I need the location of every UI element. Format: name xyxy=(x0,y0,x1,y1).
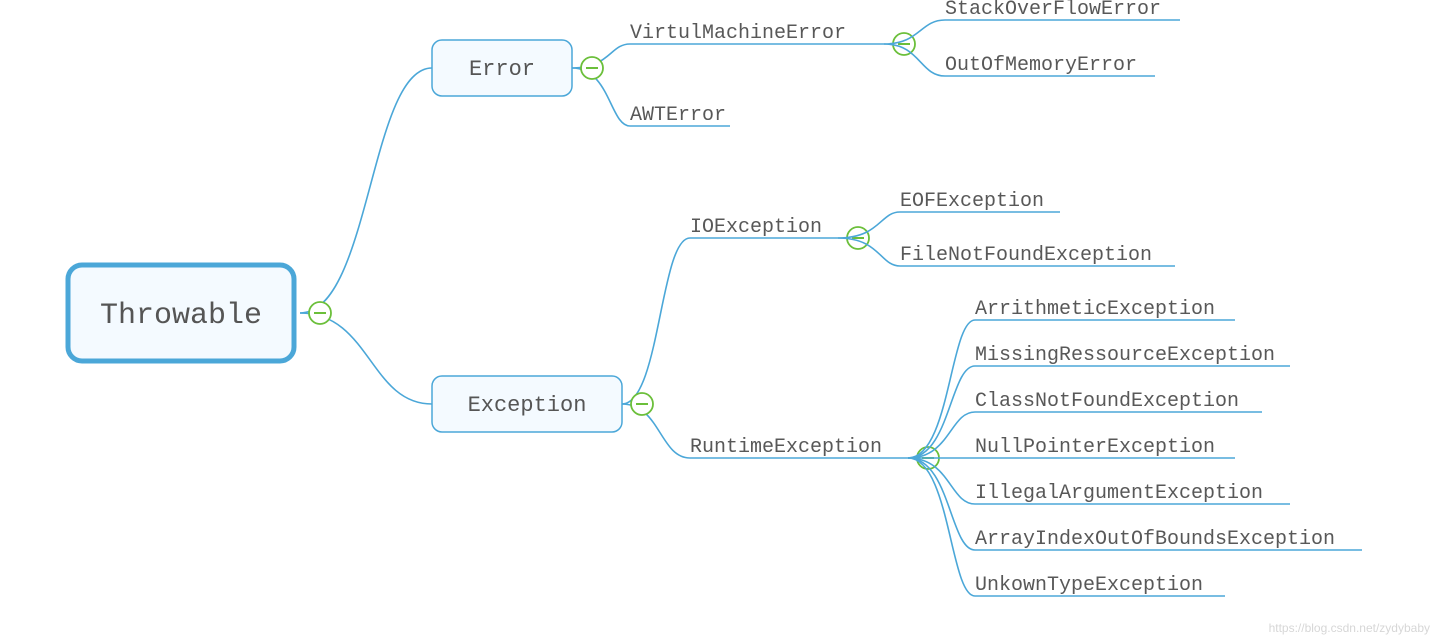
label-fnf: FileNotFoundException xyxy=(900,244,1152,267)
label-arith: ArrithmeticException xyxy=(975,298,1215,321)
label-ute: UnkownTypeException xyxy=(975,574,1203,597)
collapse-ioexception[interactable] xyxy=(847,227,869,249)
label-eof: EOFException xyxy=(900,190,1044,213)
label-throwable: Throwable xyxy=(100,299,262,333)
label-oom: OutOfMemoryError xyxy=(945,54,1137,77)
collapse-throwable[interactable] xyxy=(309,302,331,324)
label-cnf: ClassNotFoundException xyxy=(975,390,1239,413)
label-awterror: AWTError xyxy=(630,104,726,127)
edge-exception-io xyxy=(622,238,838,404)
label-aioobe: ArrayIndexOutOfBoundsException xyxy=(975,528,1335,551)
edge-root-error xyxy=(300,68,432,313)
label-sof: StackOverFlowError xyxy=(945,0,1161,21)
label-error: Error xyxy=(469,57,535,82)
edge-error-vmerror xyxy=(572,44,884,68)
edge-vmerror-sof xyxy=(884,20,1180,44)
watermark: https://blog.csdn.net/zydybaby xyxy=(1269,621,1430,635)
label-npe: NullPointerException xyxy=(975,436,1215,459)
label-ioexception: IOException xyxy=(690,216,822,239)
collapse-error[interactable] xyxy=(581,57,603,79)
mindmap-canvas: Throwable Error VirtulMachineError Stack… xyxy=(0,0,1437,638)
edge-io-eof xyxy=(838,212,1060,238)
label-iae: IllegalArgumentException xyxy=(975,482,1263,505)
edge-root-exception xyxy=(300,313,432,404)
label-runtime: RuntimeException xyxy=(690,436,882,459)
node-throwable[interactable]: Throwable xyxy=(68,265,294,361)
node-exception[interactable]: Exception xyxy=(432,376,622,432)
node-error[interactable]: Error xyxy=(432,40,572,96)
label-vmerror: VirtulMachineError xyxy=(630,22,846,45)
label-missing: MissingRessourceException xyxy=(975,344,1275,367)
collapse-exception[interactable] xyxy=(631,393,653,415)
label-exception: Exception xyxy=(468,393,587,418)
